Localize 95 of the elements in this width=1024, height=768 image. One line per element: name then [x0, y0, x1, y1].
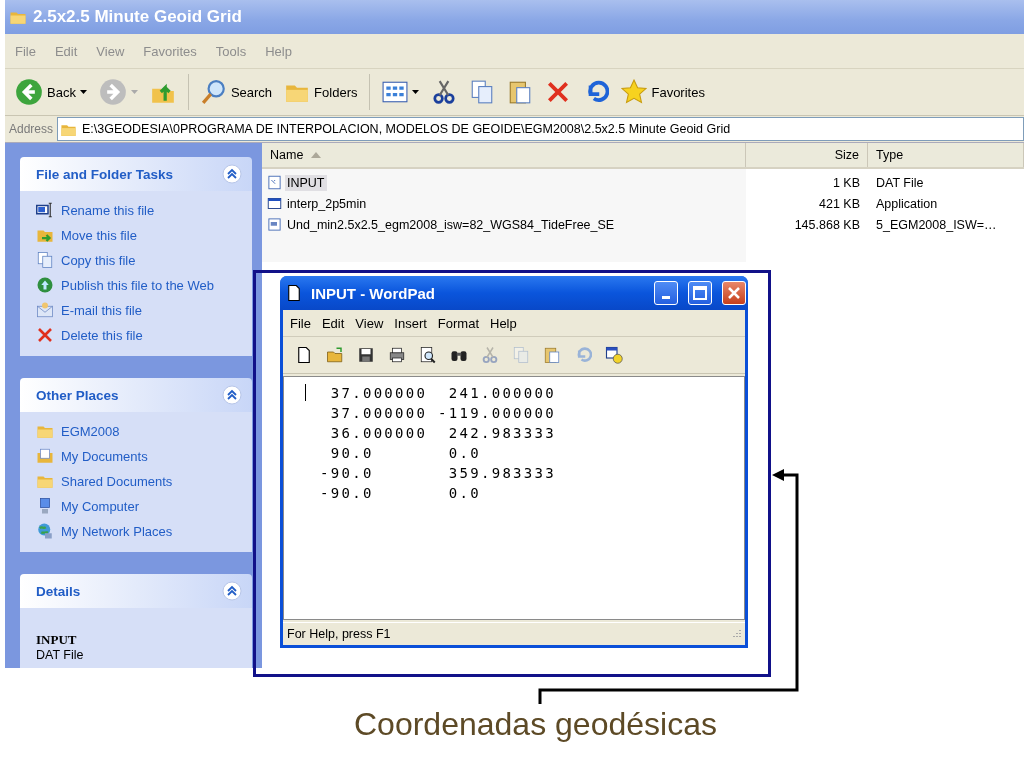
close-icon [727, 286, 741, 300]
open-button[interactable] [326, 346, 344, 364]
floppy-icon [357, 346, 375, 364]
panel-title: Details [36, 583, 81, 599]
scissors-icon [481, 346, 499, 364]
collapse-icon[interactable] [222, 581, 242, 601]
panel-title: File and Folder Tasks [36, 166, 174, 182]
text-line: 90.0 0.0 [329, 444, 481, 463]
document-icon [267, 217, 282, 232]
pages-icon [36, 251, 54, 269]
address-label: Address [9, 122, 54, 136]
task-link[interactable]: Publish this file to the Web [36, 276, 242, 294]
task-link[interactable]: My Documents [36, 447, 242, 465]
file-type: 5_EGM2008_ISW=… [875, 217, 998, 232]
magnifier-page-icon [419, 346, 437, 364]
envelope-icon [36, 301, 54, 319]
maximize-icon [693, 286, 707, 300]
window-icon [267, 196, 282, 211]
collapse-icon[interactable] [222, 164, 242, 184]
task-link[interactable]: Move this file [36, 226, 242, 244]
menu-item[interactable]: Help [490, 315, 517, 331]
close-button[interactable] [722, 281, 746, 305]
network-globe-icon [36, 522, 54, 540]
column-header[interactable]: Name [262, 143, 746, 167]
monitor-icon [36, 201, 54, 219]
task-link[interactable]: My Network Places [36, 522, 242, 540]
search-icon [200, 79, 227, 105]
views-icon [382, 79, 409, 105]
resize-grip-icon[interactable] [731, 629, 741, 639]
file-type: Application [875, 196, 939, 211]
menu-item[interactable]: Edit [321, 315, 345, 331]
menu-item[interactable]: Insert [394, 315, 427, 331]
cut-icon [431, 79, 458, 105]
star-icon [621, 79, 648, 105]
file-name[interactable]: interp_2p5min [285, 195, 369, 212]
file-size: 1 KB [831, 175, 861, 190]
menu-item[interactable]: View [355, 315, 384, 331]
text-line: 37.000000 241.000000 [329, 384, 557, 403]
task-link[interactable]: Shared Documents [36, 472, 242, 490]
caret-icon [79, 89, 87, 95]
favorites-button[interactable]: Favorites [617, 77, 709, 107]
maximize-button[interactable] [688, 281, 712, 305]
menu-item[interactable]: File [290, 315, 311, 331]
globe-icon [36, 276, 54, 294]
menu-item[interactable]: Format [437, 315, 479, 331]
collapse-icon[interactable] [222, 385, 242, 405]
file-size: 145.868 KB [793, 217, 861, 232]
window-title: 2.5x2.5 Minute Geoid Grid [33, 7, 242, 27]
text-line: 36.000000 242.983333 [329, 424, 557, 443]
document-icon [267, 175, 282, 190]
clipboard-icon [543, 346, 561, 364]
pages-icon [512, 346, 530, 364]
text-line: -90.0 359.983333 [320, 464, 557, 483]
minimize-icon [662, 295, 670, 299]
document-area[interactable]: 37.000000 241.000000 37.000000 -119.000000 36.000000 242.983333 90.0 0.0 -90.0 359.983333 -90.0 0.0 [283, 376, 745, 620]
folder-document-icon [36, 447, 54, 465]
column-header[interactable]: Size [746, 143, 868, 167]
back-button[interactable]: Back [11, 76, 91, 108]
detail-name: INPUT [36, 632, 78, 648]
printer-icon [388, 346, 406, 364]
print-button[interactable] [388, 346, 406, 364]
task-link[interactable]: My Computer [36, 497, 242, 515]
task-link[interactable]: Copy this file [36, 251, 242, 269]
paste-button[interactable] [543, 346, 561, 364]
file-size: 421 KB [818, 196, 861, 211]
column-header[interactable]: Type [868, 143, 1024, 167]
folder-icon [326, 346, 344, 364]
text-line: -90.0 0.0 [320, 484, 481, 503]
caret-icon [130, 89, 138, 95]
datetime-button[interactable] [605, 346, 623, 364]
window-title: INPUT - WordPad [311, 284, 436, 302]
calendar-clock-icon [605, 346, 623, 364]
task-link[interactable]: EGM2008 [36, 422, 242, 440]
task-link[interactable]: Rename this file [36, 201, 242, 219]
address-field[interactable]: E:\3GEODESIA\0PROGRAMA DE INTERPOLACION, MODELOS DE GEOIDE\EGM2008\2.5x2.5 Minute Geoid Grid [57, 117, 1024, 141]
minimize-button[interactable] [654, 281, 678, 305]
new-button[interactable] [295, 346, 313, 364]
preview-button[interactable] [419, 346, 437, 364]
page-icon [295, 346, 313, 364]
save-button[interactable] [357, 346, 375, 364]
task-link[interactable]: E-mail this file [36, 301, 242, 319]
cross-icon [36, 326, 54, 344]
caret-icon [412, 89, 420, 95]
status-text: For Help, press F1 [287, 627, 391, 641]
task-link[interactable]: Delete this file [36, 326, 242, 344]
file-name[interactable]: INPUT [285, 174, 327, 191]
folders-button[interactable]: Folders [280, 77, 362, 107]
detail-type: DAT File [36, 648, 85, 662]
file-type: DAT File [875, 175, 925, 190]
file-name[interactable]: Und_min2.5x2.5_egm2008_isw=82_WGS84_TideFree_SE [285, 216, 617, 233]
search-button[interactable]: Search [196, 77, 277, 107]
text-cursor [305, 384, 306, 401]
text-line: 37.000000 -119.000000 [329, 404, 557, 423]
caption: Coordenadas geodésicas [354, 706, 717, 743]
panel-title: Other Places [36, 387, 119, 403]
